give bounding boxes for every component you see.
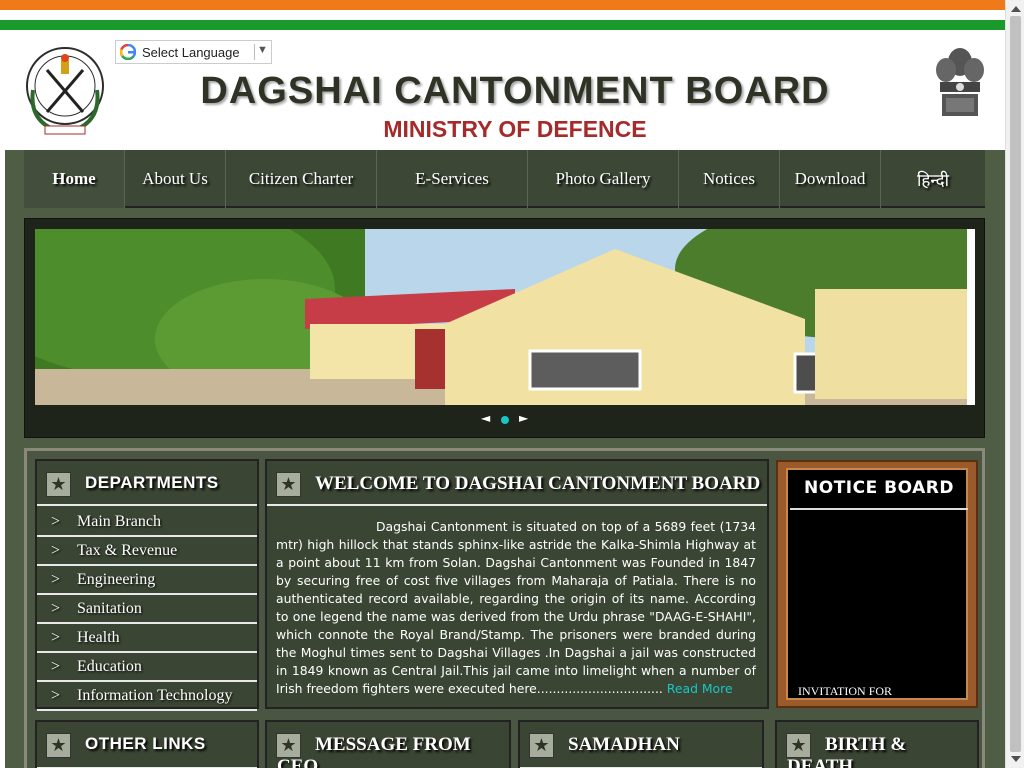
nav-hindi[interactable]: हिन्दी: [881, 150, 985, 208]
dept-engineering[interactable]: > Engineering: [37, 566, 257, 595]
welcome-header: ★ WELCOME TO DAGSHAI CANTONMENT BOARD: [267, 461, 767, 506]
dept-label: Education: [77, 657, 142, 675]
dept-tax-revenue[interactable]: > Tax & Revenue: [37, 537, 257, 566]
dept-label: Sanitation: [77, 599, 142, 617]
nav-e-services[interactable]: E-Services: [377, 150, 528, 208]
tricolor-saffron-stripe: [0, 0, 1005, 10]
main-navigation: Home About Us Citizen Charter E-Services…: [24, 150, 985, 208]
image-slider: ◄ ►: [24, 218, 985, 438]
departments-panel: ★ DEPARTMENTS > Main Branch > Tax & Revenu…: [35, 459, 259, 711]
chevron-right-icon: >: [51, 657, 61, 675]
chevron-right-icon: >: [51, 570, 61, 588]
dept-health[interactable]: > Health: [37, 624, 257, 653]
slider-dot-indicator[interactable]: [501, 416, 509, 424]
birth-title-line1: BIRTH &: [825, 734, 907, 755]
dept-label: Information Technology: [77, 686, 233, 704]
dept-main-branch[interactable]: > Main Branch: [37, 508, 257, 537]
dept-education[interactable]: > Education: [37, 653, 257, 682]
slider-prev-arrow-icon[interactable]: ◄: [481, 411, 490, 425]
star-icon: ★: [276, 472, 301, 497]
message-from-ceo-panel: ★ MESSAGE FROM CEO: [265, 720, 511, 768]
other-links-title: OTHER LINKS: [85, 734, 206, 753]
scroll-thumb[interactable]: [1010, 16, 1021, 752]
site-title: DAGSHAI CANTONMENT BOARD: [200, 70, 830, 112]
samadhan-panel: ★ SAMADHAN: [518, 720, 764, 768]
chevron-right-icon: >: [51, 686, 61, 704]
tricolor-green-stripe: [0, 20, 1005, 30]
site-subtitle: MINISTRY OF DEFENCE: [383, 116, 647, 142]
nav-notices[interactable]: Notices: [679, 150, 780, 208]
dept-information-technology[interactable]: > Information Technology: [37, 682, 257, 711]
dept-label: Tax & Revenue: [77, 541, 178, 559]
slider-next-arrow-icon[interactable]: ►: [519, 411, 528, 425]
read-more-link[interactable]: Read More: [667, 681, 733, 696]
chevron-right-icon: >: [51, 628, 61, 646]
birth-death-panel: ★ BIRTH & DEATH: [775, 720, 979, 768]
scroll-up-arrow-icon[interactable]: [1011, 6, 1021, 12]
national-emblem-logo: [930, 40, 990, 140]
nav-home[interactable]: Home: [24, 150, 125, 208]
notice-divider: [790, 508, 968, 510]
google-g-icon: [120, 44, 136, 60]
tricolor-white-stripe: [0, 10, 1005, 20]
nav-photo-gallery[interactable]: Photo Gallery: [528, 150, 679, 208]
welcome-panel: ★ WELCOME TO DAGSHAI CANTONMENT BOARD Da…: [265, 459, 769, 709]
site-header: Select Language ▼ DAGSHAI CANTONMENT BOA…: [5, 30, 1005, 150]
cantonment-board-logo[interactable]: [15, 40, 115, 140]
departments-header: ★ DEPARTMENTS: [37, 461, 257, 506]
nav-citizen-charter[interactable]: Citizen Charter: [226, 150, 377, 208]
star-icon: ★: [46, 472, 71, 497]
star-icon: ★: [46, 733, 71, 758]
star-icon: ★: [786, 733, 811, 758]
chevron-right-icon: >: [51, 512, 61, 530]
dropdown-arrow-icon: ▼: [257, 44, 268, 56]
birth-title-line2: DEATH: [787, 756, 854, 768]
star-icon: ★: [529, 733, 554, 758]
other-links-panel: ★ OTHER LINKS: [35, 720, 259, 768]
chevron-right-icon: >: [51, 599, 61, 617]
chevron-right-icon: >: [51, 541, 61, 559]
language-separator: [254, 44, 255, 60]
notice-board-title: NOTICE BOARD: [804, 478, 954, 498]
google-translate-select[interactable]: Select Language ▼: [115, 40, 272, 64]
message-title-line1: MESSAGE FROM: [315, 734, 471, 755]
slider-edge: [967, 229, 975, 405]
dept-label: Engineering: [77, 570, 156, 588]
page-scrollbar[interactable]: [1005, 0, 1024, 768]
star-icon: ★: [276, 733, 301, 758]
scroll-down-arrow-icon[interactable]: [1011, 756, 1021, 762]
slider-photo: [35, 229, 975, 405]
notice-item[interactable]: INVITATION FOR: [798, 684, 892, 699]
dept-sanitation[interactable]: > Sanitation: [37, 595, 257, 624]
departments-list: > Main Branch > Tax & Revenue > Engineering…: [37, 508, 257, 711]
welcome-body: Dagshai Cantonment is situated on top of…: [276, 518, 756, 698]
language-label: Select Language: [142, 45, 240, 60]
samadhan-title: SAMADHAN: [568, 734, 680, 755]
nav-about-us[interactable]: About Us: [125, 150, 226, 208]
welcome-title: WELCOME TO DAGSHAI CANTONMENT BOARD: [315, 473, 761, 494]
message-title-line2: CEO: [277, 756, 319, 768]
dept-label: Main Branch: [77, 512, 161, 530]
nav-download[interactable]: Download: [780, 150, 881, 208]
departments-title: DEPARTMENTS: [85, 473, 219, 492]
notice-board: NOTICE BOARD INVITATION FOR: [786, 468, 968, 700]
welcome-paragraph: Dagshai Cantonment is situated on top of…: [276, 519, 756, 696]
notice-board-frame: NOTICE BOARD INVITATION FOR: [776, 460, 978, 708]
dept-label: Health: [77, 628, 120, 646]
